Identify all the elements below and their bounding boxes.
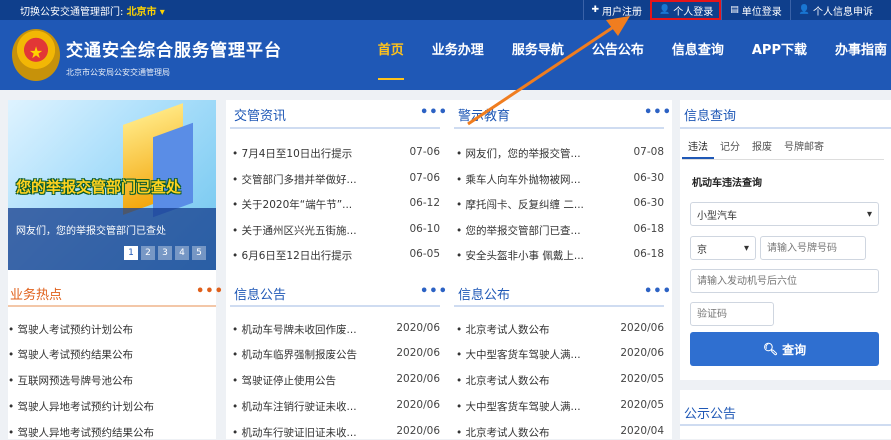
annotation-arrow (467, 16, 630, 126)
